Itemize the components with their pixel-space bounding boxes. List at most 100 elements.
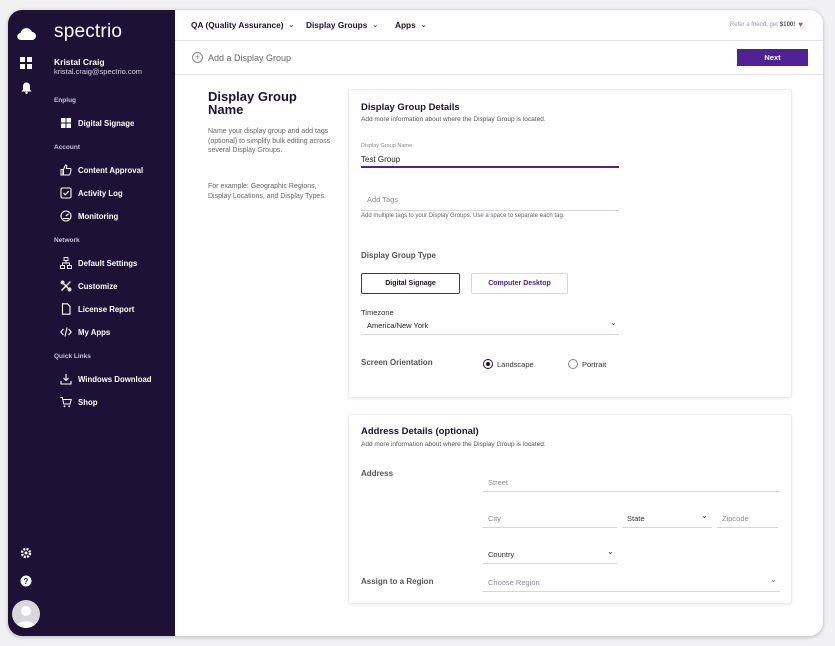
refer-link[interactable]: Refer a friend, get $100! ♥: [730, 20, 803, 29]
app-window: ? spectrio Kristal Craig kristal.craig@s…: [8, 10, 823, 636]
thumbs-up-icon: [60, 164, 72, 176]
sidebar-nav: spectrio Kristal Craig kristal.craig@spe…: [44, 10, 175, 636]
sidebar-item-activity-log[interactable]: Activity Log: [60, 186, 123, 200]
display-group-details-card: Display Group Details Add more informati…: [348, 89, 792, 398]
icon-rail: ?: [8, 10, 44, 636]
type-digital-signage-button[interactable]: Digital Signage: [361, 273, 460, 294]
sub-header: + Add a Display Group Next: [175, 41, 823, 75]
help-icon[interactable]: ?: [16, 571, 36, 591]
heart-icon: ♥: [798, 20, 803, 29]
tools-icon: [60, 280, 72, 292]
name-field-label: Display Group Name: [361, 143, 413, 149]
intro-title: Display Group Name: [208, 89, 297, 117]
sidebar-item-customize[interactable]: Customize: [60, 279, 117, 293]
gear-icon[interactable]: [16, 543, 36, 563]
radio-unselected-icon: [568, 359, 578, 369]
sidebar-item-label: Shop: [78, 397, 98, 407]
sidebar-item-my-apps[interactable]: My Apps: [60, 325, 110, 339]
country-select[interactable]: Country: [488, 550, 514, 559]
section-network: Network: [54, 237, 80, 244]
details-subtitle: Add more information about where the Dis…: [361, 116, 546, 123]
sidebar-item-content-approval[interactable]: Content Approval: [60, 163, 143, 177]
address-title: Address Details (optional): [361, 426, 479, 437]
plus-circle-icon: +: [192, 52, 203, 63]
name-field[interactable]: Test Group: [361, 155, 400, 164]
grid-icon: [61, 118, 71, 128]
country-underline: [483, 563, 617, 564]
menu-label: Display Groups: [306, 20, 368, 30]
chevron-down-icon[interactable]: ⌄: [770, 575, 777, 584]
address-subtitle: Add more information about where the Dis…: [361, 441, 546, 448]
chevron-down-icon[interactable]: ⌄: [701, 511, 708, 520]
intro-example: For example: Geographic Regions, Display…: [208, 183, 326, 200]
street-input[interactable]: Street: [488, 478, 508, 487]
zipcode-underline: [717, 527, 778, 528]
section-quick-links: Quick Links: [54, 353, 91, 360]
city-underline: [483, 527, 617, 528]
sidebar-item-license-report[interactable]: License Report: [60, 302, 134, 316]
menu-account-selector[interactable]: QA (Quality Assurance) ⌄: [191, 20, 294, 30]
state-select[interactable]: State: [627, 514, 645, 523]
apps-grid-icon[interactable]: [16, 53, 36, 73]
orientation-heading: Screen Orientation: [361, 358, 433, 367]
type-computer-desktop-button[interactable]: Computer Desktop: [471, 273, 568, 294]
sidebar-item-label: My Apps: [78, 327, 111, 337]
chevron-down-icon: ⌄: [372, 22, 379, 29]
timezone-select[interactable]: America/New York: [367, 321, 428, 330]
section-account: Account: [54, 144, 80, 151]
intro-description: Name your display group and add tags (op…: [208, 128, 331, 155]
tags-input[interactable]: Add Tags: [367, 195, 398, 204]
timezone-label: Timezone: [361, 308, 394, 317]
chevron-down-icon[interactable]: ⌄: [610, 318, 617, 327]
user-email: kristal.craig@spectrio.com: [54, 67, 143, 76]
sidebar-item-label: Monitoring: [78, 211, 119, 221]
timezone-underline: [361, 334, 619, 335]
state-underline: [622, 527, 712, 528]
chevron-down-icon[interactable]: ⌄: [607, 547, 614, 556]
brand-logo[interactable]: spectrio: [54, 21, 122, 43]
document-icon: [61, 303, 71, 315]
bell-icon[interactable]: [16, 78, 36, 98]
menu-label: Apps: [395, 20, 416, 30]
avatar[interactable]: [12, 600, 40, 628]
chevron-down-icon: ⌄: [420, 22, 427, 29]
name-field-underline: [361, 166, 619, 168]
sidebar-item-monitoring[interactable]: Monitoring: [60, 209, 118, 223]
sidebar-item-label: Activity Log: [78, 188, 123, 198]
main-content: QA (Quality Assurance) ⌄ Display Groups ⌄ …: [175, 10, 823, 636]
top-bar: QA (Quality Assurance) ⌄ Display Groups ⌄ …: [175, 10, 823, 41]
refer-amount: $100!: [779, 21, 796, 28]
region-select[interactable]: Choose Region: [488, 578, 540, 587]
cart-icon: [60, 397, 72, 408]
tags-hint: Add multiple tags to your Display Groups…: [361, 213, 565, 219]
region-label: Assign to a Region: [361, 577, 434, 586]
next-button[interactable]: Next: [737, 49, 808, 66]
sidebar-item-label: License Report: [78, 304, 135, 314]
region-underline: [483, 591, 780, 592]
radio-label: Landscape: [497, 359, 534, 369]
type-heading: Display Group Type: [361, 251, 436, 260]
sidebar-item-label: Default Settings: [78, 258, 138, 268]
sidebar-item-default-settings[interactable]: Default Settings: [60, 256, 137, 270]
tags-underline: [361, 210, 619, 211]
chevron-down-icon: ⌄: [288, 22, 295, 29]
code-icon: [60, 327, 72, 337]
city-input[interactable]: City: [488, 514, 501, 523]
page-title: Add a Display Group: [208, 53, 292, 63]
sidebar-item-shop[interactable]: Shop: [60, 395, 98, 409]
cloud-logo-icon[interactable]: [16, 24, 36, 44]
sidebar-item-windows-download[interactable]: Windows Download: [60, 372, 152, 386]
sidebar-item-digital-signage[interactable]: Digital Signage: [60, 116, 134, 130]
orientation-portrait-radio[interactable]: Portrait: [568, 359, 606, 369]
orientation-landscape-radio[interactable]: Landscape: [483, 359, 534, 369]
sidebar-item-label: Content Approval: [78, 165, 144, 175]
download-icon: [60, 374, 72, 385]
menu-display-groups[interactable]: Display Groups ⌄: [306, 20, 378, 30]
speedometer-icon: [60, 210, 72, 222]
network-icon: [60, 257, 72, 269]
sidebar-item-label: Customize: [78, 281, 118, 291]
radio-selected-icon: [483, 359, 493, 369]
zipcode-input[interactable]: Zipcode: [722, 514, 749, 523]
address-label: Address: [361, 469, 394, 478]
menu-apps[interactable]: Apps ⌄: [395, 20, 427, 30]
